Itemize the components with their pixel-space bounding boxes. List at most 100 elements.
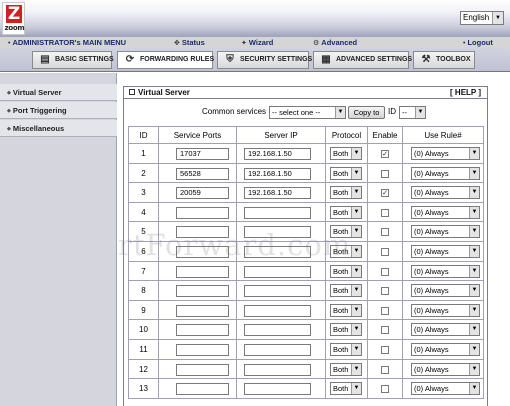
server-ip-input[interactable] — [244, 226, 311, 239]
service-ports-input[interactable]: 56528 — [176, 167, 229, 180]
chevron-down-icon: ▼ — [351, 304, 361, 316]
enable-checkbox[interactable] — [381, 287, 389, 296]
protocol-select[interactable]: Both ▼ — [330, 147, 362, 160]
use-rule-select[interactable]: (0) Always ▼ — [411, 303, 480, 317]
protocol-select[interactable]: Both ▼ — [330, 225, 362, 239]
settings-tab-bar: ▤ BASIC SETTINGS ⟳ FORWARDING RULES ⛨ SECUR… — [0, 48, 510, 72]
use-rule-select[interactable]: (0) Always ▼ — [411, 244, 480, 258]
use-rule-select[interactable]: (0) Always ▼ — [411, 362, 480, 376]
server-ip-input[interactable] — [244, 206, 311, 219]
row-id: 13 — [129, 379, 159, 398]
enable-checkbox[interactable] — [381, 345, 389, 354]
enable-checkbox[interactable] — [381, 326, 389, 335]
protocol-select[interactable]: Both ▼ — [330, 205, 362, 219]
service-ports-input[interactable] — [176, 383, 229, 396]
enable-checkbox[interactable] — [381, 267, 389, 276]
protocol-select[interactable]: Both ▼ — [330, 264, 362, 278]
use-rule-select[interactable]: (0) Always ▼ — [411, 166, 480, 180]
row-id: 4 — [129, 202, 159, 222]
protocol-select[interactable]: Both ▼ — [330, 342, 362, 356]
tab-advanced-settings[interactable]: ▦ ADVANCED SETTINGS — [313, 51, 412, 69]
sidebar-item-port-triggering[interactable]: ◆ Port Triggering — [0, 102, 117, 119]
service-ports-input[interactable] — [176, 324, 229, 337]
protocol-select[interactable]: Both ▼ — [330, 244, 362, 258]
virtual-server-panel: Virtual Server [ HELP ] Common services … — [123, 86, 488, 406]
header-use-rule: Use Rule# — [403, 127, 484, 143]
row-id: 2 — [129, 163, 159, 183]
server-ip-input[interactable] — [244, 383, 311, 396]
protocol-select[interactable]: Both ▼ — [330, 303, 362, 317]
help-link[interactable]: [ HELP ] — [450, 87, 481, 99]
server-ip-input[interactable] — [244, 285, 311, 298]
row-id: 10 — [129, 320, 159, 339]
tab-security-settings[interactable]: ⛨ SECURITY SETTINGS — [217, 51, 312, 69]
service-ports-input[interactable] — [176, 245, 229, 258]
enable-checkbox[interactable]: ✓ — [381, 189, 389, 198]
enable-checkbox[interactable] — [381, 228, 389, 237]
row-id: 7 — [129, 261, 159, 281]
use-rule-select[interactable]: (0) Always ▼ — [411, 284, 480, 298]
server-ip-input[interactable]: 192.168.1.50 — [244, 187, 311, 200]
service-ports-input[interactable] — [176, 206, 229, 219]
use-rule-select[interactable]: (0) Always ▼ — [411, 323, 480, 337]
enable-checkbox[interactable] — [381, 365, 389, 374]
common-services-select[interactable]: -- select one -- ▼ — [269, 106, 346, 119]
table-row: 1 17037 192.168.1.50 Both ▼ ✓ (0) Always ▼ — [129, 144, 484, 164]
sidebar: ◆ Virtual Server ◆ Port Triggering ◆ Miscel… — [0, 73, 117, 406]
enable-checkbox[interactable] — [381, 385, 389, 394]
server-ip-input[interactable] — [244, 265, 311, 278]
copy-id-select[interactable]: -- ▼ — [399, 106, 426, 119]
chevron-down-icon: ▼ — [351, 187, 361, 199]
server-ip-input[interactable]: 192.168.1.50 — [244, 167, 311, 180]
table-row: 10 Both ▼ (0) Always ▼ — [129, 320, 484, 340]
use-rule-select[interactable]: (0) Always ▼ — [411, 147, 480, 160]
server-ip-input[interactable] — [244, 363, 311, 376]
use-rule-select[interactable]: (0) Always ▼ — [411, 186, 480, 200]
sidebar-item-miscellaneous[interactable]: ◆ Miscellaneous — [0, 120, 117, 137]
chevron-down-icon: ▼ — [469, 245, 479, 257]
advanced-link[interactable]: ⚙ Advanced — [313, 37, 357, 48]
enable-checkbox[interactable] — [381, 247, 389, 256]
protocol-select[interactable]: Both ▼ — [330, 382, 362, 396]
service-ports-input[interactable] — [176, 226, 229, 239]
language-select[interactable]: English ▼ — [460, 11, 504, 25]
server-ip-input[interactable]: 192.168.1.50 — [244, 148, 311, 160]
service-ports-input[interactable] — [176, 304, 229, 317]
enable-checkbox[interactable] — [381, 306, 389, 315]
protocol-select[interactable]: Both ▼ — [330, 323, 362, 337]
tab-basic-settings[interactable]: ▤ BASIC SETTINGS — [32, 51, 114, 69]
service-ports-input[interactable] — [176, 265, 229, 278]
protocol-select[interactable]: Both ▼ — [330, 284, 362, 298]
service-ports-input[interactable]: 17037 — [176, 148, 229, 160]
use-rule-select[interactable]: (0) Always ▼ — [411, 205, 480, 219]
wizard-link[interactable]: ✦ Wizard — [241, 37, 273, 48]
use-rule-select[interactable]: (0) Always ▼ — [411, 225, 480, 239]
copy-to-button[interactable]: Copy to — [348, 106, 385, 119]
service-ports-input[interactable] — [176, 343, 229, 356]
use-rule-select[interactable]: (0) Always ▼ — [411, 264, 480, 278]
logo-word: zoom — [4, 24, 25, 32]
service-ports-input[interactable] — [176, 363, 229, 376]
bullet-icon: ◆ — [7, 126, 11, 132]
use-rule-select[interactable]: (0) Always ▼ — [411, 342, 480, 356]
server-ip-input[interactable] — [244, 304, 311, 317]
logout-link[interactable]: • Logout — [463, 37, 493, 48]
enable-checkbox[interactable] — [381, 169, 389, 178]
use-rule-select[interactable]: (0) Always ▼ — [411, 382, 480, 396]
status-link[interactable]: ✥ Status — [174, 37, 205, 48]
protocol-select[interactable]: Both ▼ — [330, 166, 362, 180]
service-ports-input[interactable] — [176, 285, 229, 298]
server-ip-input[interactable] — [244, 324, 311, 337]
tab-toolbox[interactable]: ⚒ TOOLBOX — [413, 51, 475, 69]
server-ip-input[interactable] — [244, 343, 311, 356]
enable-checkbox[interactable]: ✓ — [381, 150, 389, 158]
service-ports-input[interactable]: 20059 — [176, 187, 229, 200]
protocol-select[interactable]: Both ▼ — [330, 362, 362, 376]
protocol-select[interactable]: Both ▼ — [330, 186, 362, 200]
server-ip-input[interactable] — [244, 245, 311, 258]
enable-checkbox[interactable] — [381, 208, 389, 217]
table-row: 9 Both ▼ (0) Always ▼ — [129, 300, 484, 321]
tab-forwarding-rules[interactable]: ⟳ FORWARDING RULES — [117, 51, 214, 69]
sidebar-item-virtual-server[interactable]: ◆ Virtual Server — [0, 84, 117, 101]
chevron-down-icon: ▼ — [351, 226, 361, 238]
